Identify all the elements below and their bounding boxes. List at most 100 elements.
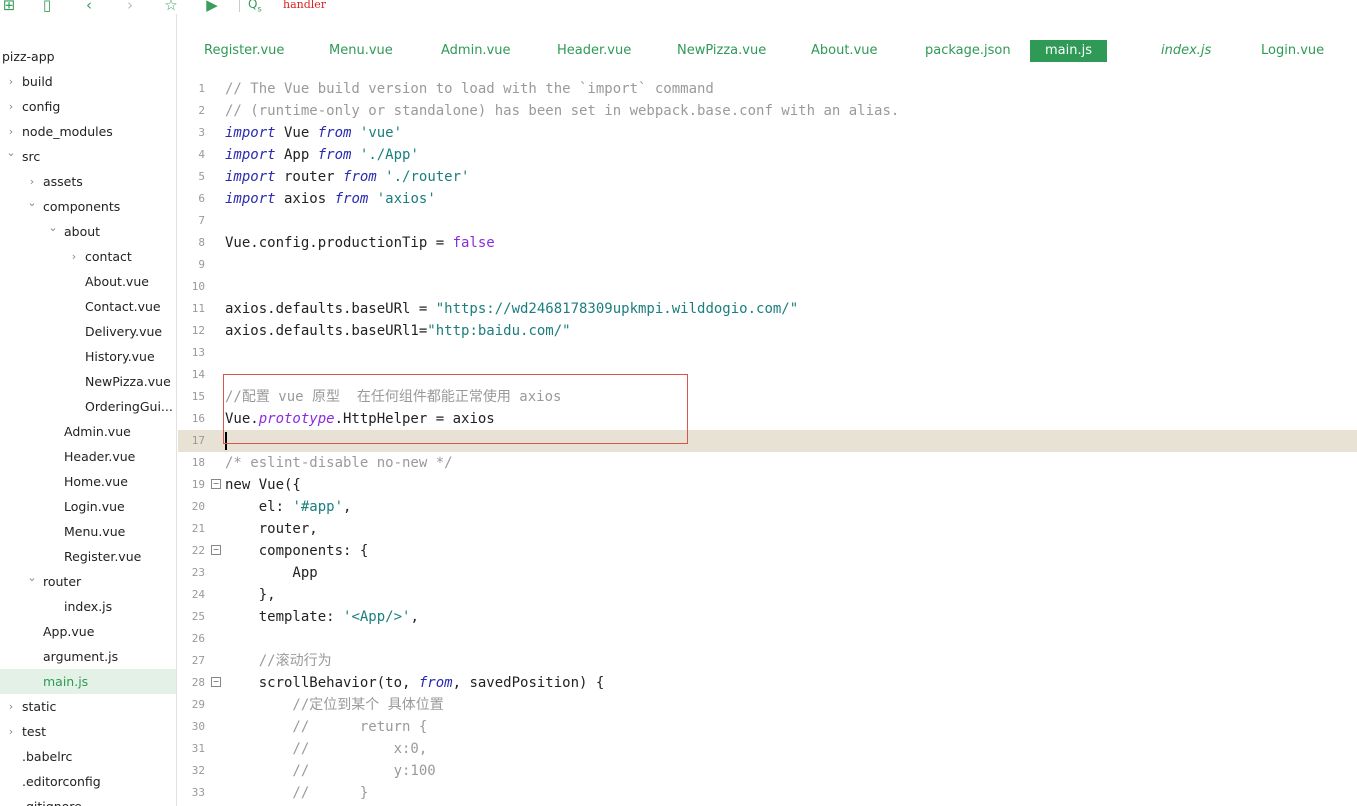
tree-item[interactable]: ⌄ src <box>0 144 176 169</box>
code-line[interactable]: 17 <box>178 430 1357 452</box>
tree-item-label: config <box>22 99 61 114</box>
code-editor[interactable]: 1 // The Vue build version to load with t… <box>178 78 1357 806</box>
code-line[interactable]: 7 <box>178 210 1357 232</box>
tree-item[interactable]: .editorconfig <box>0 769 176 794</box>
code-line[interactable]: 14 <box>178 364 1357 386</box>
fold-toggle-icon[interactable]: − <box>211 479 221 489</box>
save-icon[interactable]: ▯ <box>38 0 56 14</box>
tree-item[interactable]: Contact.vue <box>0 294 176 319</box>
code-line[interactable]: 30 // return { <box>178 716 1357 738</box>
chevron-down-icon[interactable]: ⌄ <box>48 215 58 240</box>
code-line[interactable]: 2 // (runtime-only or standalone) has bee… <box>178 100 1357 122</box>
code-line[interactable]: 26 <box>178 628 1357 650</box>
back-icon[interactable]: ‹ <box>80 0 98 14</box>
tree-item[interactable]: ⌄ router <box>0 569 176 594</box>
tree-item[interactable]: › node_modules <box>0 119 176 144</box>
code-line[interactable]: 22− components: { <box>178 540 1357 562</box>
code-line[interactable]: 15 //配置 vue 原型 在任何组件都能正常使用 axios <box>178 386 1357 408</box>
tree-item-label: about <box>64 224 101 239</box>
tree-item[interactable]: Login.vue <box>0 494 176 519</box>
code-text: // The Vue build version to load with th… <box>225 81 714 97</box>
tree-item[interactable]: › config <box>0 94 176 119</box>
code-line[interactable]: 24 }, <box>178 584 1357 606</box>
chevron-right-icon[interactable]: › <box>6 94 16 119</box>
tree-item-label: About.vue <box>85 274 149 289</box>
code-line[interactable]: 20 el: '#app', <box>178 496 1357 518</box>
tree-item[interactable]: ⌄ components <box>0 194 176 219</box>
tab-header-vue[interactable]: Header.vue <box>557 40 631 62</box>
tree-item[interactable]: Home.vue <box>0 469 176 494</box>
star-icon[interactable]: ☆ <box>162 0 180 14</box>
code-text: components: { <box>225 543 369 559</box>
code-line[interactable]: 6 import axios from 'axios' <box>178 188 1357 210</box>
code-line[interactable]: 12 axios.defaults.baseURl1="http:baidu.co… <box>178 320 1357 342</box>
tree-item[interactable]: NewPizza.vue <box>0 369 176 394</box>
code-line[interactable]: 8 Vue.config.productionTip = false <box>178 232 1357 254</box>
chevron-right-icon[interactable]: › <box>69 244 79 269</box>
tree-item[interactable]: pizz-app <box>0 44 176 69</box>
tree-item[interactable]: ⌄ about <box>0 219 176 244</box>
chevron-right-icon[interactable]: › <box>6 694 16 719</box>
code-line[interactable]: 9 <box>178 254 1357 276</box>
tree-item[interactable]: › static <box>0 694 176 719</box>
chevron-right-icon[interactable]: › <box>6 69 16 94</box>
chevron-down-icon[interactable]: ⌄ <box>6 140 16 165</box>
code-line[interactable]: 33 // } <box>178 782 1357 804</box>
tree-item[interactable]: Admin.vue <box>0 419 176 444</box>
tree-item[interactable]: .gitignore <box>0 794 176 806</box>
code-line[interactable]: 31 // x:0, <box>178 738 1357 760</box>
tree-item[interactable]: History.vue <box>0 344 176 369</box>
code-line[interactable]: 16 Vue.prototype.HttpHelper = axios <box>178 408 1357 430</box>
tree-item[interactable]: About.vue <box>0 269 176 294</box>
tree-item[interactable]: › contact <box>0 244 176 269</box>
tree-item[interactable]: App.vue <box>0 619 176 644</box>
tree-item[interactable]: main.js <box>0 669 176 694</box>
tab-index-js[interactable]: index.js <box>1161 40 1211 62</box>
forward-icon[interactable]: › <box>121 0 139 14</box>
code-text: router, <box>225 521 318 537</box>
tab-newpizza-vue[interactable]: NewPizza.vue <box>677 40 766 62</box>
tree-item[interactable]: Delivery.vue <box>0 319 176 344</box>
code-line[interactable]: 23 App <box>178 562 1357 584</box>
tree-item[interactable]: › build <box>0 69 176 94</box>
chevron-down-icon[interactable]: ⌄ <box>27 190 37 215</box>
tree-item[interactable]: .babelrc <box>0 744 176 769</box>
code-line[interactable]: 18 /* eslint-disable no-new */ <box>178 452 1357 474</box>
code-line[interactable]: 32 // y:100 <box>178 760 1357 782</box>
code-line[interactable]: 27 //滚动行为 <box>178 650 1357 672</box>
line-number: 26 <box>191 632 205 645</box>
tree-item[interactable]: OrderingGui... <box>0 394 176 419</box>
new-file-icon[interactable]: ⊞ <box>0 0 18 14</box>
tree-item[interactable]: Header.vue <box>0 444 176 469</box>
code-line[interactable]: 28− scrollBehavior(to, from, savedPositi… <box>178 672 1357 694</box>
tree-item[interactable]: index.js <box>0 594 176 619</box>
chevron-down-icon[interactable]: ⌄ <box>27 565 37 590</box>
code-line[interactable]: 19− new Vue({ <box>178 474 1357 496</box>
code-line[interactable]: 11 axios.defaults.baseURl = "https://wd24… <box>178 298 1357 320</box>
code-line[interactable]: 3 import Vue from 'vue' <box>178 122 1357 144</box>
code-line[interactable]: 5 import router from './router' <box>178 166 1357 188</box>
tab-package-json[interactable]: package.json <box>925 40 1011 62</box>
tree-item[interactable]: Menu.vue <box>0 519 176 544</box>
tab-menu-vue[interactable]: Menu.vue <box>329 40 393 62</box>
code-line[interactable]: 10 <box>178 276 1357 298</box>
run-icon[interactable]: ▶ <box>203 0 221 14</box>
fold-toggle-icon[interactable]: − <box>211 545 221 555</box>
tab-main-js[interactable]: main.js <box>1030 40 1107 62</box>
tab-login-vue[interactable]: Login.vue <box>1261 40 1324 62</box>
chevron-right-icon[interactable]: › <box>6 719 16 744</box>
code-line[interactable]: 4 import App from './App' <box>178 144 1357 166</box>
fold-toggle-icon[interactable]: − <box>211 677 221 687</box>
search-input[interactable]: handler <box>283 0 326 11</box>
tab-register-vue[interactable]: Register.vue <box>204 40 284 62</box>
code-line[interactable]: 29 //定位到某个 具体位置 <box>178 694 1357 716</box>
tab-about-vue[interactable]: About.vue <box>811 40 878 62</box>
code-line[interactable]: 25 template: '<App/>', <box>178 606 1357 628</box>
code-line[interactable]: 13 <box>178 342 1357 364</box>
search-icon[interactable]: Qs <box>248 0 262 13</box>
tree-item[interactable]: › test <box>0 719 176 744</box>
code-line[interactable]: 21 router, <box>178 518 1357 540</box>
code-line[interactable]: 1 // The Vue build version to load with t… <box>178 78 1357 100</box>
tab-admin-vue[interactable]: Admin.vue <box>441 40 511 62</box>
tree-item[interactable]: argument.js <box>0 644 176 669</box>
